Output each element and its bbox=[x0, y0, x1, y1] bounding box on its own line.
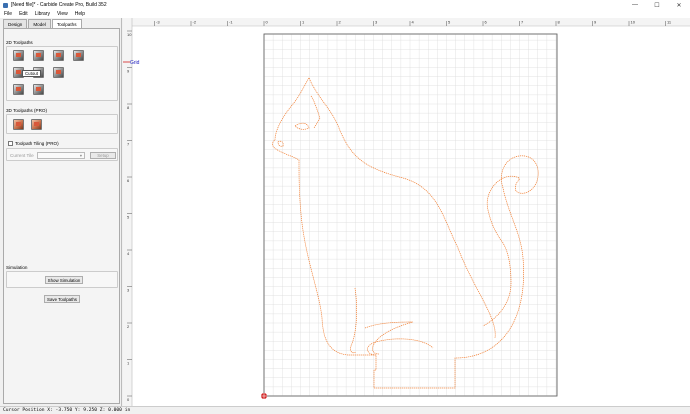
cursor-position-readout: Cursor Position X: -3.750 Y: 9.250 Z: 0.… bbox=[3, 408, 131, 413]
simulation-label: Simulation bbox=[6, 265, 28, 270]
tab-toolpaths[interactable]: Toolpaths bbox=[51, 19, 82, 28]
stock-material[interactable] bbox=[263, 33, 558, 397]
maximize-button[interactable]: ☐ bbox=[646, 0, 668, 10]
setup-button[interactable]: Setup bbox=[90, 152, 116, 159]
status-bar: Cursor Position X: -3.750 Y: 9.250 Z: 0.… bbox=[0, 406, 690, 414]
menu-file[interactable]: File bbox=[4, 11, 12, 17]
tab-design[interactable]: Design bbox=[3, 19, 28, 28]
tiling-group: Current Tile ▾ Setup bbox=[6, 148, 118, 161]
simulation-group: Show Simulation bbox=[6, 271, 118, 288]
origin-marker-icon bbox=[261, 393, 267, 399]
drill-icon bbox=[56, 53, 61, 57]
finish-3d-button[interactable] bbox=[31, 119, 42, 130]
app-icon bbox=[3, 2, 8, 8]
vcarve-toolpath-button[interactable] bbox=[73, 50, 84, 61]
window-controls: — ☐ ✕ bbox=[624, 0, 690, 10]
advanced-vcarve-button[interactable] bbox=[53, 67, 64, 78]
title-bar: [Need file]* - Carbide Create Pro, Build… bbox=[0, 0, 690, 10]
menu-library[interactable]: Library bbox=[35, 11, 50, 17]
menu-help[interactable]: Help bbox=[75, 11, 85, 17]
y-ruler-label: 10 bbox=[127, 32, 132, 37]
cutout-icon bbox=[16, 70, 21, 74]
current-tile-select[interactable]: ▾ bbox=[37, 152, 85, 159]
minimize-button[interactable]: — bbox=[624, 0, 646, 10]
engrave-icon bbox=[16, 87, 21, 91]
window-title: [Need file]* - Carbide Create Pro, Build… bbox=[11, 2, 107, 8]
show-simulation-button[interactable]: Show Simulation bbox=[45, 276, 83, 284]
pocket-icon bbox=[36, 53, 41, 57]
toolpaths-3d-group bbox=[6, 114, 118, 134]
left-panel: Design Model Toolpaths 2D Toolpaths Cuto… bbox=[0, 18, 122, 406]
finish-3d-icon bbox=[34, 122, 39, 126]
canvas-svg[interactable]: -3 -2 -1 0 1 2 3 4 5 6 7 8 9 10 11 109876543210 Grid bbox=[123, 18, 690, 406]
rough-3d-icon bbox=[16, 122, 21, 126]
toolpath-tiling-label: Toolpath Tiling (PRO) bbox=[15, 141, 59, 146]
tab-model[interactable]: Model bbox=[28, 19, 51, 28]
menu-edit[interactable]: Edit bbox=[19, 11, 28, 17]
current-tile-label: Current Tile bbox=[10, 153, 34, 158]
chevron-down-icon: ▾ bbox=[79, 153, 82, 158]
chamfer-icon bbox=[36, 87, 41, 91]
contour-toolpath-button[interactable] bbox=[13, 50, 24, 61]
toolpath-tiling-checkbox[interactable] bbox=[8, 141, 13, 146]
chamfer-toolpath-button[interactable] bbox=[33, 84, 44, 95]
rough-3d-button[interactable] bbox=[13, 119, 24, 130]
design-canvas[interactable]: -3 -2 -1 0 1 2 3 4 5 6 7 8 9 10 11 10 9 8 7 6 5 4 3 2 1 0 Grid bbox=[123, 18, 690, 406]
vcarve-icon bbox=[76, 53, 81, 57]
grid-marker-label: Grid bbox=[130, 60, 140, 66]
close-button[interactable]: ✕ bbox=[668, 0, 690, 10]
pocket-toolpath-button[interactable] bbox=[33, 50, 44, 61]
left-ruler bbox=[123, 18, 132, 406]
save-toolpaths-button[interactable]: Save Toolpaths bbox=[44, 295, 80, 303]
drill-toolpath-button[interactable] bbox=[53, 50, 64, 61]
tab-bar: Design Model Toolpaths bbox=[3, 19, 83, 28]
cutout-tooltip: Cutout bbox=[22, 70, 41, 77]
contour-icon bbox=[16, 53, 21, 57]
toolpaths-3d-label: 3D Toolpaths (PRO) bbox=[6, 108, 48, 113]
menu-bar: File Edit Library View Help bbox=[0, 10, 690, 18]
engrave-toolpath-button[interactable] bbox=[13, 84, 24, 95]
toolpaths-2d-label: 2D Toolpaths bbox=[6, 40, 33, 45]
top-ruler bbox=[123, 18, 690, 26]
advanced-vcarve-icon bbox=[56, 70, 61, 74]
x-ruler-label: 10 bbox=[631, 20, 636, 25]
toolpaths-panel: 2D Toolpaths Cutout 3D Toolpaths (PRO) T… bbox=[3, 28, 120, 404]
menu-view[interactable]: View bbox=[57, 11, 68, 17]
